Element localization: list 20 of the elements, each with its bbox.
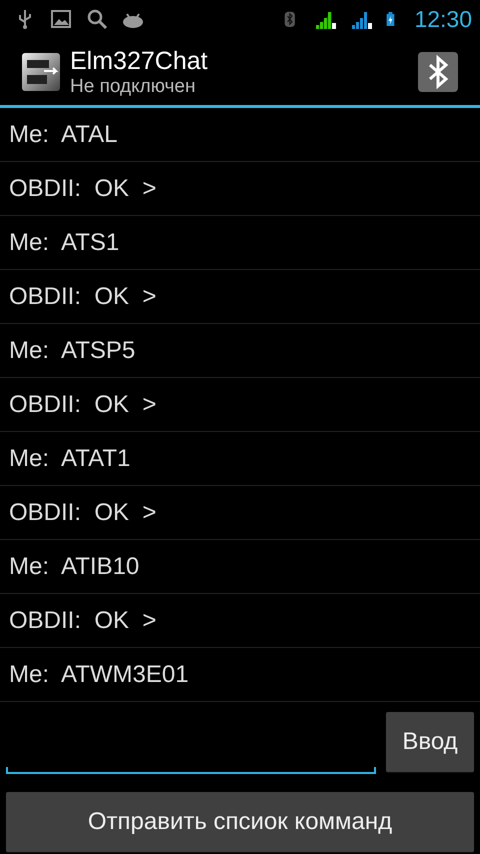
chat-message: Me: ATAL xyxy=(9,120,118,148)
chat-message: Me: ATAT1 xyxy=(9,444,130,472)
status-time: 12:30 xyxy=(414,6,472,32)
chat-message: OBDII: OK > xyxy=(9,174,156,202)
chat-message: Me: ATIB10 xyxy=(9,552,140,580)
chat-message: OBDII: OK > xyxy=(9,282,156,310)
chat-message: Me: ATSP5 xyxy=(9,336,136,364)
chat-message: Me: ATS1 xyxy=(9,228,120,256)
chat-message: OBDII: OK > xyxy=(9,390,156,418)
connection-status: Не подключен xyxy=(70,76,196,98)
app-title: Elm327Chat xyxy=(70,46,209,76)
send-command-list-button[interactable]: Отправить спсиок комманд xyxy=(6,792,474,852)
image-icon xyxy=(50,8,72,30)
bluetooth-icon[interactable] xyxy=(418,52,458,92)
chat-message: OBDII: OK > xyxy=(9,606,156,634)
app-logo-icon xyxy=(22,52,60,90)
search-icon xyxy=(86,8,108,30)
chat-message: OBDII: OK > xyxy=(9,498,156,526)
enter-button[interactable]: Ввод xyxy=(386,712,474,772)
chat-message: Me: ATWM3E01 xyxy=(9,660,189,688)
